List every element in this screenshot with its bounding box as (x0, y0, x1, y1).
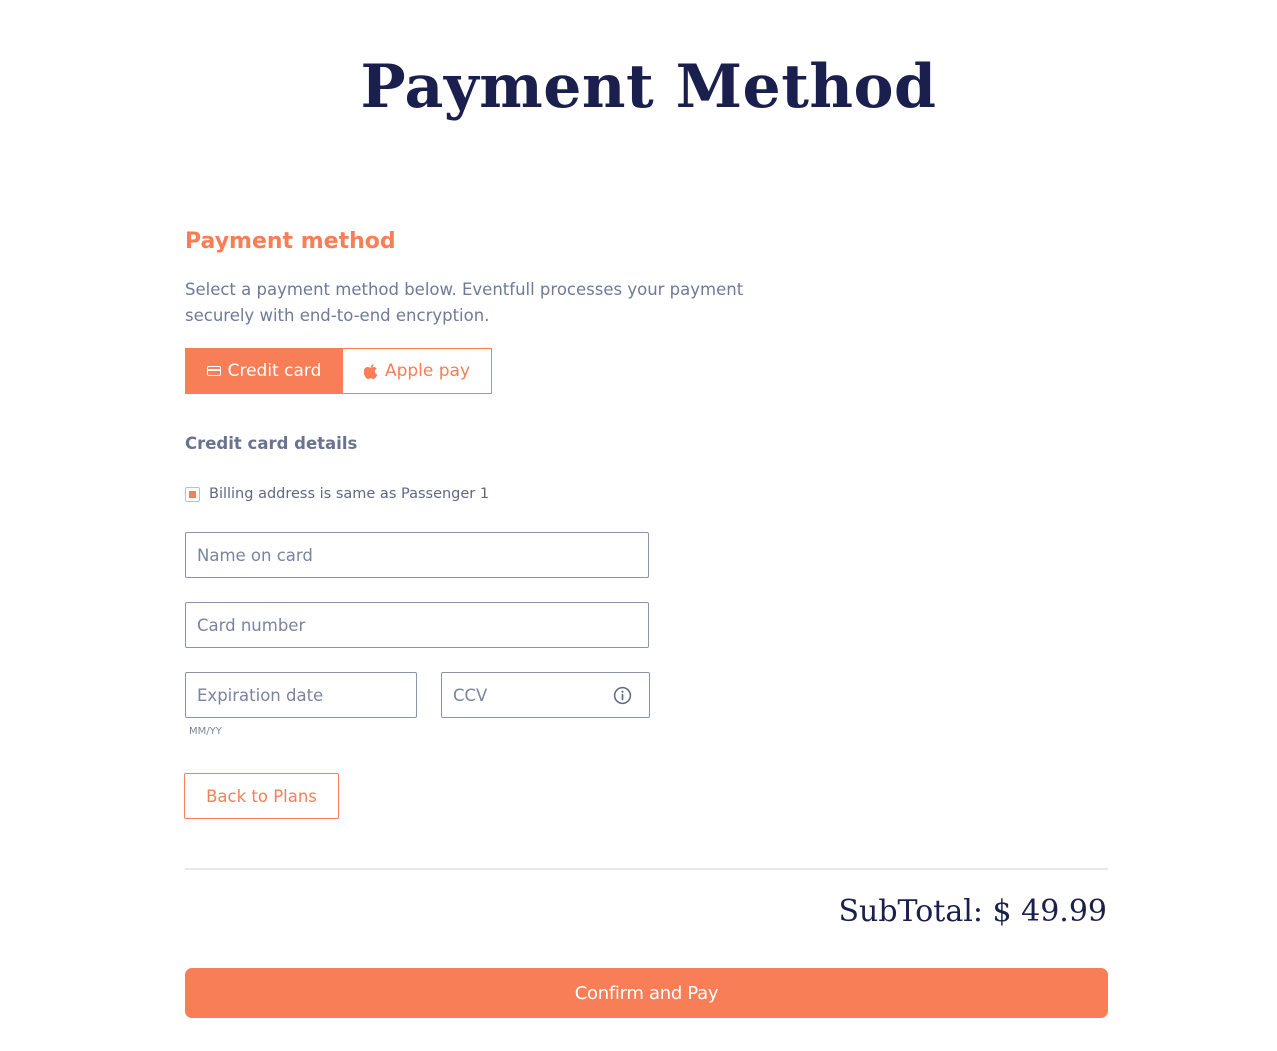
credit-card-button[interactable]: Credit card (185, 348, 343, 394)
credit-card-icon (206, 366, 221, 376)
info-icon[interactable] (613, 686, 632, 705)
billing-same-label: Billing address is same as Passenger 1 (209, 486, 490, 502)
credit-card-details-title: Credit card details (185, 434, 358, 453)
apple-pay-button[interactable]: Apple pay (343, 348, 492, 394)
name-on-card-field (185, 532, 649, 578)
expiration-date-field (185, 672, 417, 718)
expiration-format-hint: MM/YY (189, 726, 222, 737)
card-number-input[interactable] (186, 603, 648, 647)
credit-card-label: Credit card (227, 361, 322, 381)
card-number-field (185, 602, 649, 648)
section-description: Select a payment method below. Eventfull… (185, 280, 744, 325)
apple-icon (363, 364, 378, 379)
billing-same-row: Billing address is same as Passenger 1 (185, 486, 489, 502)
payment-method-toggle: Credit card Apple pay (185, 348, 492, 394)
subtotal: SubTotal: $ 49.99 (838, 894, 1107, 929)
expiration-date-input[interactable] (186, 673, 416, 717)
back-to-plans-button[interactable]: Back to Plans (184, 773, 339, 819)
section-title: Payment method (185, 229, 396, 254)
name-on-card-input[interactable] (186, 533, 648, 577)
divider (185, 868, 1108, 870)
apple-pay-label: Apple pay (384, 361, 471, 381)
ccv-field (441, 672, 650, 718)
confirm-and-pay-button[interactable]: Confirm and Pay (185, 968, 1108, 1018)
billing-same-checkbox[interactable] (185, 486, 200, 502)
page-title: Payment Method (360, 52, 937, 122)
checkbox-check-mark (189, 490, 196, 498)
